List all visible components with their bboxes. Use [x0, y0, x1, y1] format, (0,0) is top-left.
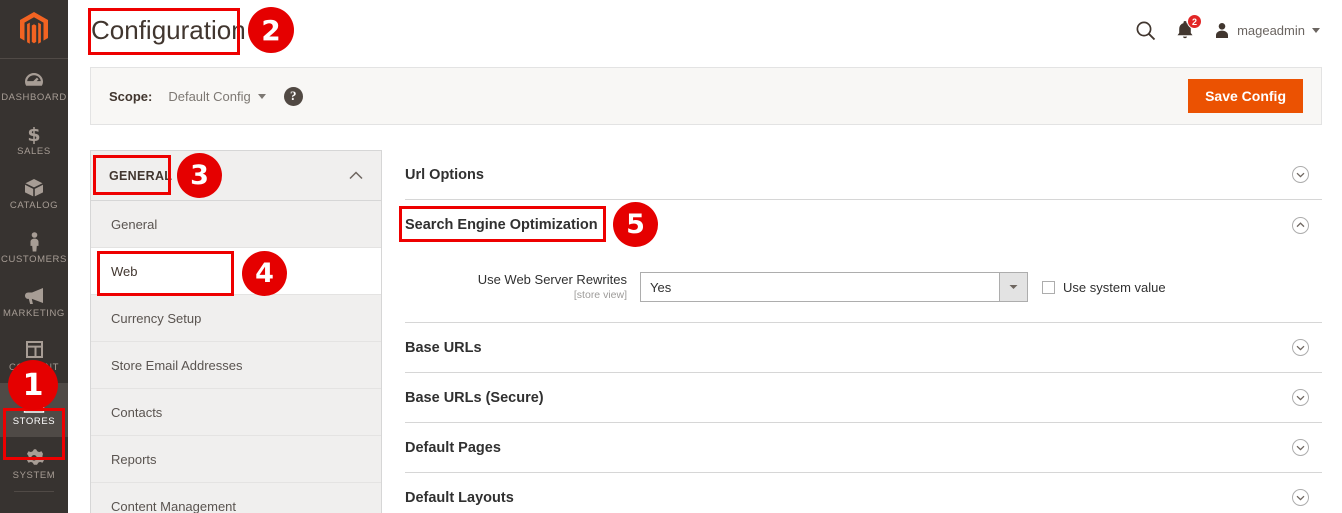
scope-selector[interactable]: Default Config: [168, 88, 266, 104]
dashboard-icon: [24, 70, 44, 90]
use-system-value-label: Use system value: [1063, 279, 1166, 295]
field-use-web-server-rewrites: Use Web Server Rewrites [store view] Yes…: [405, 272, 1322, 303]
sidebar-item-marketing[interactable]: MARKETING: [0, 275, 68, 329]
section-title: Default Layouts: [405, 489, 514, 506]
use-web-server-rewrites-select[interactable]: Yes: [640, 272, 1028, 303]
config-nav-item-contacts[interactable]: Contacts: [91, 389, 381, 436]
chevron-down-icon: [999, 273, 1027, 302]
notification-count-badge: 2: [1187, 14, 1203, 29]
sidebar-item-sales[interactable]: $ SALES: [0, 113, 68, 167]
config-nav-item-label: Store Email Addresses: [111, 357, 243, 373]
scope-label: Scope:: [109, 88, 153, 104]
section-base-urls-secure[interactable]: Base URLs (Secure): [405, 373, 1322, 424]
gear-icon: [24, 448, 44, 468]
section-url-options[interactable]: Url Options: [405, 150, 1322, 200]
config-nav-item-label: Contacts: [111, 404, 163, 420]
sidebar-item-catalog[interactable]: CATALOG: [0, 167, 68, 221]
sidebar-item-label: CONTENT: [8, 361, 60, 373]
dollar-icon: $: [27, 124, 41, 144]
chevron-down-circle-icon: [1292, 389, 1309, 407]
magento-logo[interactable]: [0, 0, 68, 59]
section-default-pages[interactable]: Default Pages: [405, 423, 1322, 474]
config-nav-item-label: Currency Setup: [111, 310, 202, 326]
sidebar-item-system[interactable]: SYSTEM: [0, 437, 68, 491]
user-avatar-icon: [1216, 22, 1229, 38]
sidebar-item-dashboard[interactable]: DASHBOARD: [0, 59, 68, 113]
chevron-down-circle-icon: [1292, 166, 1309, 183]
sidebar-item-label: SYSTEM: [12, 469, 56, 481]
user-name: mageadmin: [1237, 22, 1305, 38]
field-label-text: Use Web Server Rewrites: [477, 272, 627, 287]
config-content: Url Options Search Engine Optimization U…: [405, 150, 1322, 513]
config-nav-section-general[interactable]: GENERAL: [91, 151, 381, 201]
config-nav-section-label: GENERAL: [109, 168, 173, 183]
section-title: Base URLs: [405, 339, 482, 356]
field-scope-note: [store view]: [573, 289, 627, 302]
sidebar-divider: [14, 491, 54, 492]
megaphone-icon: [24, 286, 45, 306]
notifications-button[interactable]: 2: [1176, 14, 1203, 40]
sidebar-item-label: STORES: [12, 415, 56, 427]
box-icon: [24, 178, 44, 198]
section-title: Search Engine Optimization: [405, 217, 598, 233]
sidebar-item-customers[interactable]: CUSTOMERS: [0, 221, 68, 275]
section-title: Url Options: [405, 166, 484, 183]
config-nav-item-general[interactable]: General: [91, 201, 381, 248]
svg-text:$: $: [27, 124, 40, 144]
config-nav-item-label: General: [111, 216, 158, 232]
config-nav-item-label: Content Management: [111, 498, 237, 513]
scope-bar: Scope: Default Config ? Save Config: [90, 67, 1322, 125]
config-nav-item-store-email-addresses[interactable]: Store Email Addresses: [91, 342, 381, 389]
checkbox-box: [1042, 280, 1055, 294]
section-search-engine-optimization[interactable]: Search Engine Optimization: [405, 200, 1322, 250]
question-mark-icon[interactable]: ?: [283, 86, 303, 106]
save-config-button[interactable]: Save Config: [1188, 78, 1303, 114]
sidebar-item-content[interactable]: CONTENT: [0, 329, 68, 383]
magento-admin-configuration-page: DASHBOARD $ SALES CATALOG CUSTOMERS MARK…: [0, 0, 1342, 513]
chevron-down-circle-icon: [1292, 339, 1309, 357]
sidebar-item-label: CUSTOMERS: [1, 253, 67, 265]
user-menu[interactable]: mageadmin: [1214, 22, 1320, 39]
caret-down-icon: [257, 93, 266, 99]
person-icon: [29, 231, 40, 252]
chevron-down-circle-icon: [1292, 439, 1309, 457]
section-title: Base URLs (Secure): [405, 389, 544, 406]
layout-icon: [25, 340, 44, 360]
admin-sidebar: DASHBOARD $ SALES CATALOG CUSTOMERS MARK…: [0, 0, 68, 513]
sidebar-item-label: DASHBOARD: [1, 91, 67, 103]
caret-down-icon: [1312, 27, 1320, 33]
select-value: Yes: [650, 279, 672, 295]
chevron-down-circle-icon: [1292, 489, 1309, 507]
sidebar-item-label: MARKETING: [3, 307, 65, 319]
page-header: Configuration 2 mageadmin: [68, 0, 1342, 60]
config-nav-item-currency-setup[interactable]: Currency Setup: [91, 295, 381, 342]
page-title: Configuration: [91, 15, 246, 45]
chevron-up-circle-icon: [1292, 216, 1309, 234]
config-nav-item-reports[interactable]: Reports: [91, 436, 381, 483]
magento-logo-icon: [20, 12, 48, 44]
field-label: Use Web Server Rewrites [store view]: [405, 272, 640, 302]
scope-selected-value: Default Config: [168, 88, 251, 104]
section-default-layouts[interactable]: Default Layouts: [405, 473, 1322, 513]
search-icon: [1136, 21, 1156, 40]
chevron-up-icon: [349, 167, 363, 185]
store-icon: [23, 394, 45, 414]
use-system-value-checkbox[interactable]: Use system value: [1042, 280, 1166, 295]
header-actions: 2 mageadmin: [1135, 0, 1342, 60]
sidebar-item-stores[interactable]: STORES: [0, 383, 68, 437]
sidebar-item-label: CATALOG: [9, 199, 59, 211]
search-button[interactable]: [1135, 20, 1156, 41]
section-title: Default Pages: [405, 439, 501, 456]
seo-fieldset: Use Web Server Rewrites [store view] Yes…: [405, 250, 1322, 324]
config-nav-item-label: Web: [111, 263, 138, 279]
config-nav-item-label: Reports: [111, 451, 157, 467]
section-base-urls[interactable]: Base URLs: [405, 323, 1322, 374]
config-nav-item-content-management[interactable]: Content Management: [91, 483, 381, 513]
config-nav-item-web[interactable]: Web: [91, 248, 381, 295]
sidebar-item-label: SALES: [17, 145, 51, 157]
config-nav: GENERAL General Web Currency Setup Store…: [90, 150, 382, 513]
